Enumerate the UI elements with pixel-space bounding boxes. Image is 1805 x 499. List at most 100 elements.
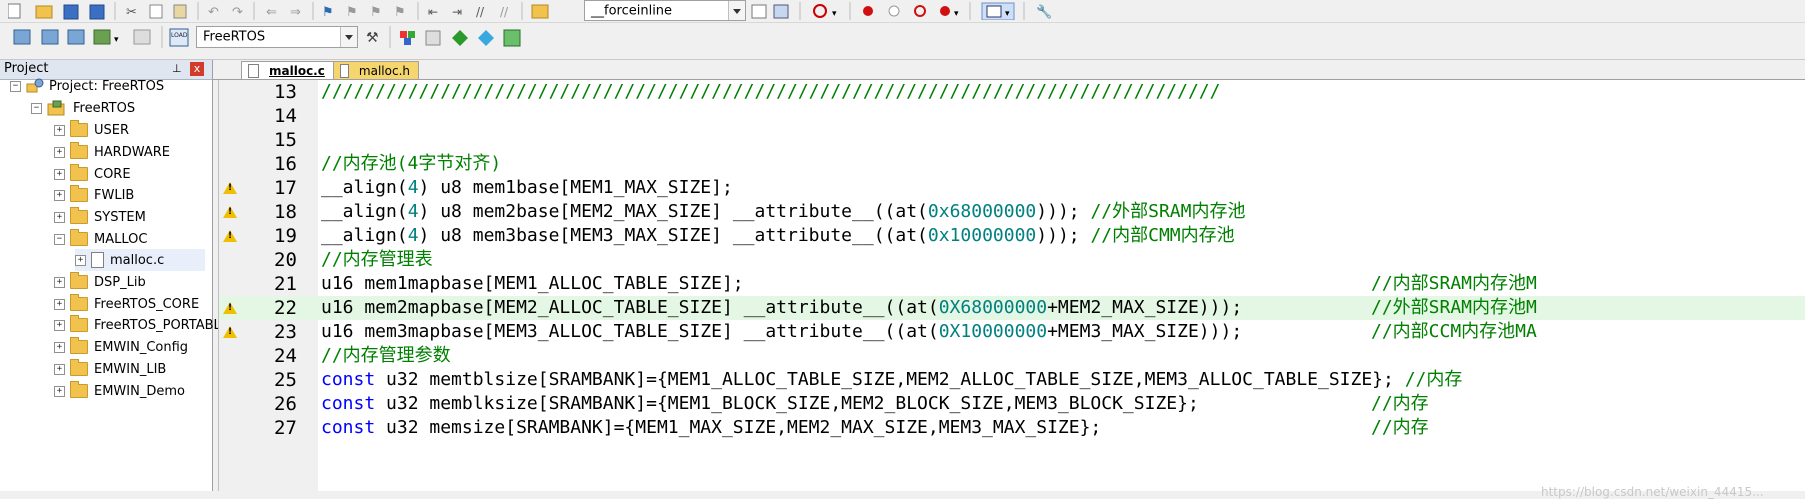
svg-text:▾: ▾ <box>954 9 959 19</box>
warning-icon[interactable] <box>223 302 237 314</box>
chevron-down-icon[interactable] <box>728 1 745 20</box>
line-number: 17 <box>274 177 297 199</box>
file-edit-toolbar-icons[interactable]: ✂ ↶ ↷ ⇐ ⇒ ⚑ ⚑ ⚑ ⚑ ⇤ ⇥ // // <box>8 2 628 20</box>
code-line[interactable]: 14 <box>219 104 1805 128</box>
expand-icon[interactable]: + <box>54 319 65 331</box>
svg-text:LOAD: LOAD <box>171 32 188 39</box>
expand-icon[interactable]: + <box>54 124 65 136</box>
line-number: 22 <box>274 297 297 319</box>
expand-icon[interactable]: + <box>54 341 65 353</box>
tree-item-system[interactable]: + SYSTEM <box>54 206 146 228</box>
build-toolbar-icons[interactable]: ▾ LOAD <box>12 26 192 48</box>
folder-icon <box>70 337 88 354</box>
project-icon <box>26 78 44 93</box>
collapse-icon[interactable]: − <box>54 233 65 245</box>
code-line[interactable]: 16 //内存池(4字节对齐) <box>219 152 1805 176</box>
tree-item-freertos-core[interactable]: + FreeRTOS_CORE <box>54 293 199 315</box>
code-editor[interactable]: 13 //////////////////////////////////////… <box>218 80 1805 499</box>
project-panel-title: Project <box>4 61 49 76</box>
code-line[interactable]: 22 u16 mem2mapbase[MEM2_ALLOC_TABLE_SIZE]… <box>219 296 1805 320</box>
code-line[interactable]: 25 const u32 memtblsize[SRAMBANK]={MEM1_A… <box>219 368 1805 392</box>
code-line[interactable]: 18 __align(4) u8 mem2base[MEM2_MAX_SIZE] … <box>219 200 1805 224</box>
tree-item-emwin-lib[interactable]: + EMWIN_LIB <box>54 358 166 380</box>
line-number: 24 <box>274 345 297 367</box>
svg-text://: // <box>500 5 509 19</box>
warning-icon[interactable] <box>223 206 237 218</box>
debug-toolbar-icons[interactable]: ▾ ▾ ▾ 🔧 <box>750 2 1070 20</box>
warning-icon[interactable] <box>223 326 237 338</box>
code-text: const u32 memtblsize[SRAMBANK]={MEM1_ALL… <box>321 369 1463 390</box>
find-combo[interactable]: __forceinline <box>584 0 746 21</box>
warning-icon[interactable] <box>223 230 237 242</box>
code-comment: //外部SRAM内存池M <box>1371 297 1537 318</box>
collapse-icon[interactable]: − <box>10 80 21 92</box>
code-line[interactable]: 13 //////////////////////////////////////… <box>219 80 1805 104</box>
expand-icon[interactable]: + <box>54 298 65 310</box>
tree-item-project[interactable]: − Project: FreeRTOS <box>10 75 164 97</box>
tree-item-freertos[interactable]: − FreeRTOS <box>31 97 135 119</box>
target-select[interactable]: FreeRTOS <box>196 26 358 48</box>
file-icon <box>248 63 259 78</box>
tree-item-emwin-demo[interactable]: + EMWIN_Demo <box>54 380 185 402</box>
svg-text:↷: ↷ <box>232 5 244 20</box>
svg-text:↶: ↶ <box>208 5 219 20</box>
svg-text:⚒: ⚒ <box>366 30 379 46</box>
folder-icon <box>70 272 88 289</box>
tree-item-label: SYSTEM <box>94 209 146 225</box>
tree-item-dsp-lib[interactable]: + DSP_Lib <box>54 271 146 293</box>
expand-icon[interactable]: + <box>54 276 65 288</box>
tree-item-label: DSP_Lib <box>94 274 146 290</box>
code-line[interactable]: 26 const u32 memblksize[SRAMBANK]={MEM1_B… <box>219 392 1805 416</box>
close-icon[interactable]: x <box>190 62 204 76</box>
expand-icon[interactable]: + <box>54 385 65 397</box>
code-line[interactable]: 19 __align(4) u8 mem3base[MEM3_MAX_SIZE] … <box>219 224 1805 248</box>
tree-item-hardware[interactable]: + HARDWARE <box>54 141 170 163</box>
tree-item-label: Project: FreeRTOS <box>49 78 165 94</box>
warning-icon[interactable] <box>223 182 237 194</box>
code-line[interactable]: 23 u16 mem3mapbase[MEM3_ALLOC_TABLE_SIZE]… <box>219 320 1805 344</box>
line-number: 18 <box>274 201 297 223</box>
expand-icon[interactable]: + <box>54 363 65 375</box>
code-line[interactable]: 21 u16 mem1mapbase[MEM1_ALLOC_TABLE_SIZE]… <box>219 272 1805 296</box>
code-comment: //内存 <box>1371 393 1429 414</box>
tree-item-malloc[interactable]: − MALLOC <box>54 228 147 250</box>
line-number: 25 <box>274 369 297 391</box>
expand-icon[interactable]: + <box>54 211 65 223</box>
expand-icon[interactable]: + <box>75 254 86 266</box>
tree-item-label: FreeRTOS_PORTABLI <box>94 317 225 333</box>
code-line[interactable]: 15 <box>219 128 1805 152</box>
tab-malloc-c[interactable]: malloc.c <box>241 61 335 79</box>
expand-icon[interactable]: + <box>54 146 65 158</box>
expand-icon[interactable]: + <box>54 168 65 180</box>
code-text: __align(4) u8 mem1base[MEM1_MAX_SIZE]; <box>321 177 733 198</box>
collapse-icon[interactable]: − <box>31 102 42 114</box>
file-icon <box>91 252 104 268</box>
folder-icon <box>70 294 88 311</box>
code-line[interactable]: 17 __align(4) u8 mem1base[MEM1_MAX_SIZE]; <box>219 176 1805 200</box>
tree-item-freertos-portable[interactable]: + FreeRTOS_PORTABLI <box>54 314 225 336</box>
svg-text:⇐: ⇐ <box>266 5 277 20</box>
svg-text:⚑: ⚑ <box>346 5 358 20</box>
find-combo-value: __forceinline <box>591 3 673 18</box>
target-options-icons[interactable]: ⚒ <box>364 26 534 48</box>
line-number: 15 <box>274 129 297 151</box>
tree-item-malloc-c[interactable]: + malloc.c <box>75 249 205 271</box>
folder-icon <box>70 381 88 398</box>
tree-item-core[interactable]: + CORE <box>54 163 131 185</box>
line-number: 26 <box>274 393 297 415</box>
expand-icon[interactable]: + <box>54 189 65 201</box>
svg-text:⚑: ⚑ <box>394 5 406 20</box>
pin-icon[interactable]: ⊥ <box>172 62 182 75</box>
code-line[interactable]: 27 const u32 memsize[SRAMBANK]={MEM1_MAX_… <box>219 416 1805 440</box>
tree-item-user[interactable]: + USER <box>54 119 129 141</box>
svg-text:▾: ▾ <box>114 35 119 45</box>
code-line[interactable]: 20 //内存管理表 <box>219 248 1805 272</box>
folder-icon <box>70 142 88 159</box>
chevron-down-icon[interactable] <box>340 27 357 47</box>
code-line[interactable]: 24 //内存管理参数 <box>219 344 1805 368</box>
line-number: 20 <box>274 249 297 271</box>
tab-malloc-h[interactable]: malloc.h <box>333 61 419 79</box>
tree-item-emwin-config[interactable]: + EMWIN_Config <box>54 336 188 358</box>
svg-text:⇥: ⇥ <box>452 5 462 19</box>
tree-item-fwlib[interactable]: + FWLIB <box>54 184 134 206</box>
